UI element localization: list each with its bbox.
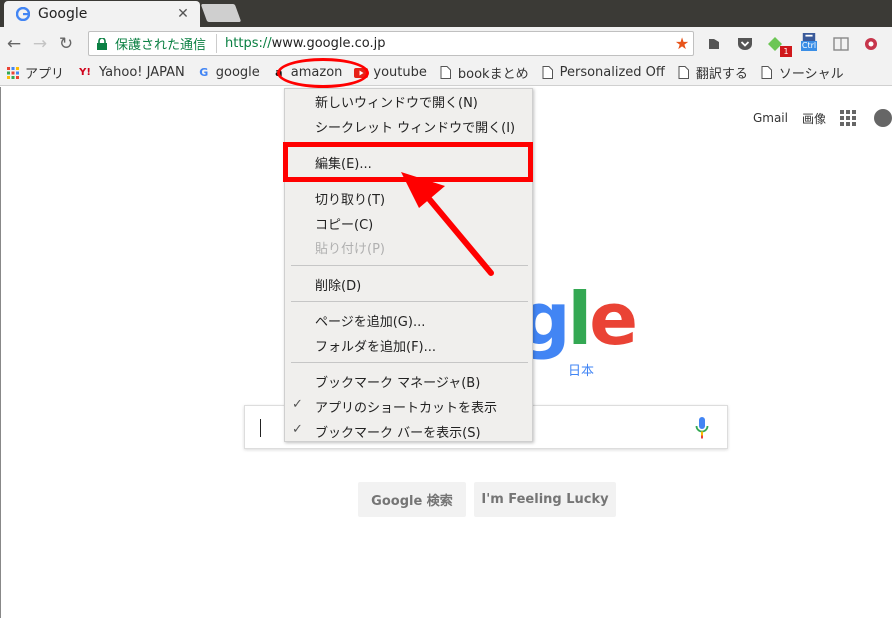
bookmark-label: ソーシャル [778,67,844,82]
bookmark-google[interactable]: G google [191,60,266,85]
menu-item-label: アプリのショートカットを表示 [315,400,498,416]
apps-launcher-icon[interactable] [840,110,856,126]
menu-item-delete[interactable]: 削除(D) [285,272,534,296]
bookmark-label: Personalized Off [559,65,665,80]
page-icon [541,66,555,80]
menu-item-open-new-window[interactable]: 新しいウィンドウで開く(N) [285,89,534,113]
checkmark-icon: ✓ [292,397,303,412]
bookmark-label: bookまとめ [457,67,529,82]
bookmarks-bar: アプリ Y! Yahoo! JAPAN G google a amazon yo… [0,60,892,86]
images-link[interactable]: 画像 [802,110,826,127]
bookmark-label: Yahoo! JAPAN [99,65,185,80]
menu-separator [291,301,528,302]
menu-item-label: ブックマーク バーを表示(S) [315,425,481,441]
back-button[interactable]: ← [2,32,26,56]
reload-button[interactable]: ↻ [54,32,78,56]
url-scheme: https:// [225,36,272,51]
logo-letter-e: e [589,277,638,361]
tab-strip: Google ✕ [0,0,892,27]
bookmark-translate[interactable]: 翻訳する [671,60,754,85]
top-links: Gmail 画像 [753,109,892,127]
address-bar[interactable]: 保護された通信 https://www.google.co.jp ★ [88,31,694,56]
text-caret [260,419,261,437]
google-icon: G [199,66,209,79]
gmail-link[interactable]: Gmail [753,111,788,125]
bookmark-star-icon[interactable]: ★ [671,34,693,53]
menu-item-label: フォルダを追加(F)... [315,339,437,355]
bookmark-book-matome[interactable]: bookまとめ [433,60,535,85]
evernote-icon[interactable] [705,35,723,53]
secure-connection-label[interactable]: 保護された通信 [115,34,218,53]
bookmark-label: youtube [373,65,427,80]
logo-letter-l: l [567,277,593,361]
menu-item-label: 貼り付け(P) [315,241,385,257]
edit-highlight-box [283,142,533,182]
bookmark-apps[interactable]: アプリ [0,60,70,85]
feeling-lucky-button[interactable]: I'm Feeling Lucky [474,482,616,517]
bookmark-label: 翻訳する [695,67,748,82]
url-text[interactable]: https://www.google.co.jp [225,36,671,51]
menu-item-add-folder[interactable]: フォルダを追加(F)... [285,333,534,357]
new-tab-button[interactable] [200,4,242,22]
forward-button[interactable]: → [28,32,52,56]
bookmark-label: アプリ [25,67,65,82]
reader-icon[interactable] [832,35,850,53]
menu-item-label: シークレット ウィンドウで開く(I) [315,120,516,136]
browser-toolbar: ← → ↻ 保護された通信 https://www.google.co.jp ★… [0,27,892,60]
menu-item-add-page[interactable]: ページを追加(G)... [285,308,534,332]
menu-item-paste: 貼り付け(P) [285,235,534,259]
page-icon [760,66,774,80]
menu-item-show-bookmarks-bar[interactable]: ✓ ブックマーク バーを表示(S) [285,419,534,443]
url-host: www.google.co.jp [271,36,386,51]
notifications-icon[interactable] [874,109,892,127]
google-favicon-icon [16,7,30,21]
menu-item-label: コピー(C) [315,217,374,233]
menu-item-label: ページを追加(G)... [315,314,426,330]
logo-region-label: 日本 [568,364,595,379]
menu-item-copy[interactable]: コピー(C) [285,211,534,235]
tab-google[interactable]: Google ✕ [4,1,200,27]
menu-separator [291,265,528,266]
bookmark-yahoo[interactable]: Y! Yahoo! JAPAN [70,60,191,85]
extension-badge: 1 [780,46,792,57]
bookmark-label: google [215,65,260,80]
shortcut-extension-icon[interactable]: Ctrl [800,33,818,51]
google-search-button[interactable]: Google 検索 [358,482,466,517]
tab-title: Google [38,6,88,22]
menu-separator [291,362,528,363]
pocket-icon[interactable] [736,35,754,53]
menu-item-open-incognito[interactable]: シークレット ウィンドウで開く(I) [285,114,534,138]
microphone-icon[interactable] [695,417,709,439]
menu-item-show-app-shortcut[interactable]: ✓ アプリのショートカットを表示 [285,394,534,418]
yahoo-icon: Y! [79,67,91,78]
gear-icon[interactable] [862,35,880,53]
menu-item-label: 切り取り(T) [315,192,386,208]
checkmark-icon: ✓ [292,422,303,437]
page-icon [677,66,691,80]
menu-item-label: 削除(D) [315,278,362,294]
menu-item-bookmark-manager[interactable]: ブックマーク マネージャ(B) [285,369,534,393]
lock-icon [97,37,107,50]
ctrl-label: Ctrl [800,41,818,51]
bookmark-personalized-off[interactable]: Personalized Off [535,60,671,85]
close-tab-icon[interactable]: ✕ [174,6,192,22]
page-icon [439,66,453,80]
amazon-highlight-ellipse [277,58,369,88]
menu-item-label: ブックマーク マネージャ(B) [315,375,481,391]
menu-item-label: 新しいウィンドウで開く(N) [315,95,478,111]
menu-item-cut[interactable]: 切り取り(T) [285,186,534,210]
apps-grid-icon [6,66,20,80]
google-logo: gle [519,283,638,355]
bookmark-social[interactable]: ソーシャル [754,60,850,85]
